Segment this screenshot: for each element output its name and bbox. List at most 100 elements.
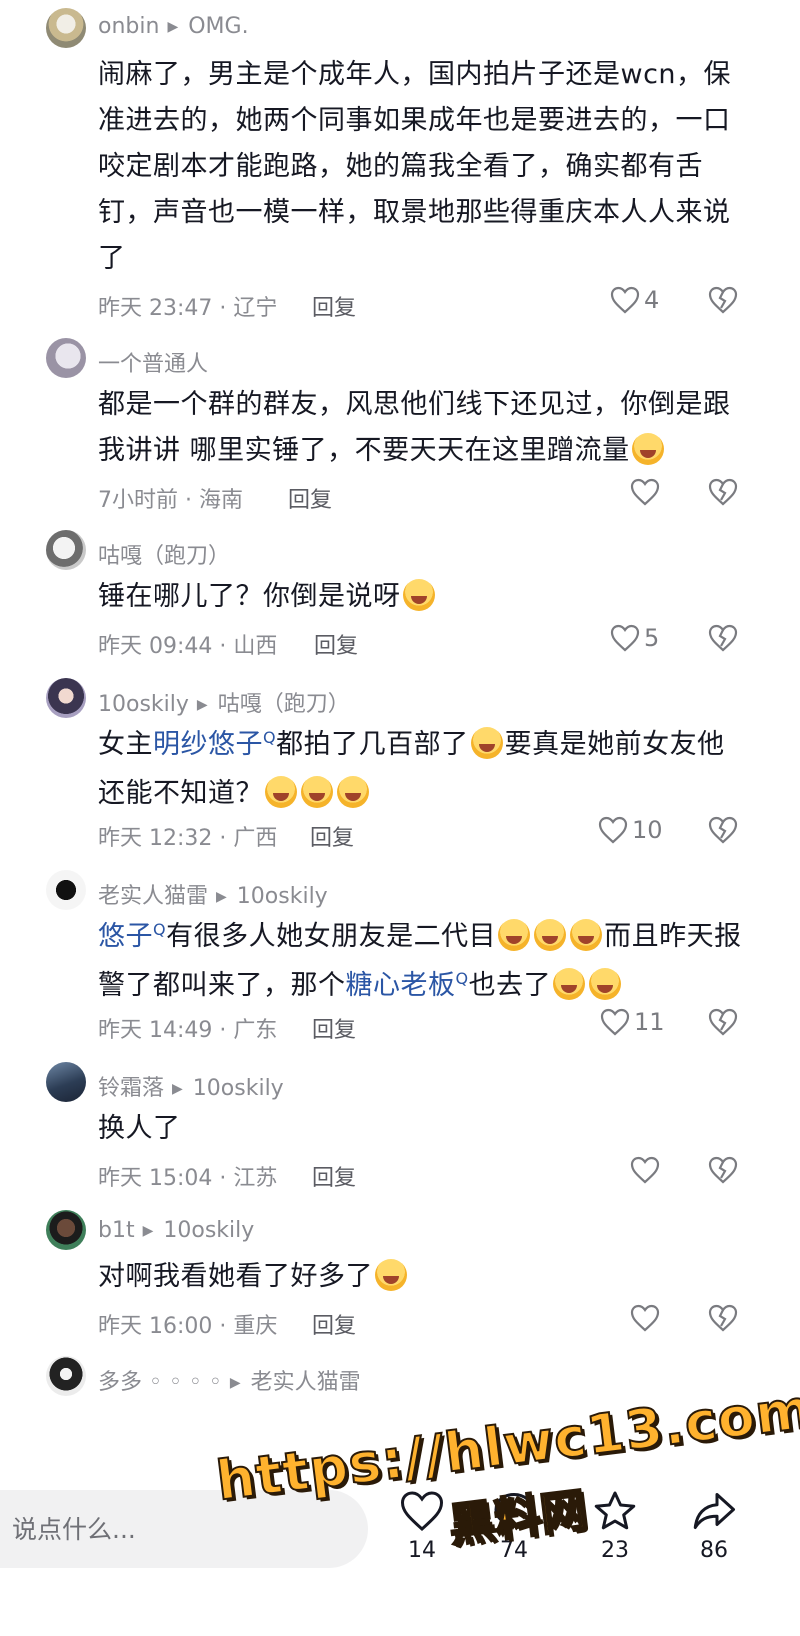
- reply-button[interactable]: 回复: [310, 820, 354, 852]
- reply-arrow-icon: ▶: [172, 1081, 183, 1097]
- reply-button[interactable]: 回复: [312, 1012, 356, 1044]
- comment-text: 对啊我看她看了好多了: [98, 1254, 748, 1300]
- dislike-button[interactable]: [708, 1156, 738, 1184]
- comment-timestamp: 昨天 15:04 · 江苏: [98, 1166, 278, 1191]
- like-button[interactable]: 4: [610, 286, 659, 314]
- share-video-button[interactable]: 86: [674, 1490, 754, 1563]
- avatar[interactable]: [46, 1356, 86, 1396]
- username[interactable]: 咕嘎（跑刀）: [98, 544, 230, 569]
- username[interactable]: 老实人猫雷: [98, 884, 208, 909]
- comment-footer: 昨天 12:32 · 广西 回复 10: [98, 816, 748, 852]
- username[interactable]: 铃霜落: [98, 1076, 164, 1101]
- comment-timestamp: 昨天 12:32 · 广西: [98, 826, 278, 851]
- comment-input-container[interactable]: [0, 1490, 368, 1568]
- avatar[interactable]: [46, 338, 86, 378]
- comment-text-segment: 也去了: [468, 970, 552, 1001]
- reply-arrow-icon: ▶: [142, 1223, 154, 1239]
- comment-timestamp: 昨天 09:44 · 山西: [98, 634, 278, 659]
- like-button[interactable]: [630, 478, 664, 506]
- comment-text: 闹麻了，男主是个成年人，国内拍片子还是wcn，保准进去的，她两个同事如果成年也是…: [98, 52, 748, 282]
- dislike-button[interactable]: [708, 478, 738, 506]
- crying-emoji: [534, 919, 567, 951]
- comment-input[interactable]: [12, 1490, 342, 1568]
- search-icon[interactable]: Q: [456, 969, 469, 988]
- comment-meta: 铃霜落 ▶ 10oskily: [98, 1070, 284, 1102]
- comment-text-segment: 换人了: [98, 1113, 181, 1144]
- reply-to-username[interactable]: OMG.: [188, 14, 248, 39]
- search-icon[interactable]: Q: [153, 920, 166, 939]
- reply-arrow-icon: ▶: [216, 889, 227, 905]
- avatar[interactable]: [46, 1210, 86, 1250]
- search-keyword-link[interactable]: 糖心老板: [346, 970, 456, 1001]
- video-share-count: 86: [700, 1538, 728, 1563]
- comment-meta: b1t ▶ 10oskily: [98, 1218, 254, 1243]
- broken-heart-icon: [708, 1304, 738, 1332]
- comment-text-segment: 锤在哪儿了？你倒是说呀: [98, 581, 401, 612]
- rofl-emoji: [301, 776, 333, 808]
- username[interactable]: 一个普通人: [98, 352, 208, 377]
- broken-heart-icon: [708, 1156, 738, 1184]
- reply-to-username[interactable]: 10oskily: [237, 884, 328, 909]
- comment-footer: 昨天 15:04 · 江苏 回复: [98, 1156, 748, 1192]
- comment-footer: 昨天 23:47 · 辽宁 回复 4: [98, 286, 748, 322]
- username[interactable]: onbin: [98, 14, 159, 39]
- reply-button[interactable]: 回复: [312, 1160, 356, 1192]
- dislike-button[interactable]: [708, 1008, 738, 1036]
- comment-footer: 7小时前 · 海南 回复: [98, 478, 748, 514]
- like-button[interactable]: 11: [600, 1008, 665, 1036]
- search-icon[interactable]: Q: [263, 728, 276, 747]
- reply-button[interactable]: 回复: [312, 1308, 356, 1340]
- heart-icon: [400, 1491, 444, 1532]
- like-button[interactable]: 5: [610, 624, 659, 652]
- crying-emoji: [553, 968, 586, 1000]
- like-button[interactable]: 10: [598, 816, 663, 844]
- comment-footer: 昨天 16:00 · 重庆 回复: [98, 1304, 748, 1340]
- comment-meta: 10oskily ▶ 咕嘎（跑刀）: [98, 686, 350, 718]
- reply-to-username[interactable]: 10oskily: [193, 1076, 284, 1101]
- crying-emoji: [375, 1259, 407, 1291]
- rofl-emoji: [265, 776, 297, 808]
- avatar[interactable]: [46, 678, 86, 718]
- comment-timestamp: 昨天 16:00 · 重庆: [98, 1314, 278, 1339]
- video-favorite-count: 23: [601, 1538, 629, 1563]
- video-like-count: 14: [408, 1538, 436, 1563]
- username[interactable]: 10oskily: [98, 692, 189, 717]
- like-button[interactable]: [630, 1156, 664, 1184]
- reply-arrow-icon: ▶: [196, 697, 208, 713]
- dislike-button[interactable]: [708, 1304, 738, 1332]
- avatar[interactable]: [46, 870, 86, 910]
- comment-timestamp: 昨天 23:47 · 辽宁: [98, 296, 278, 321]
- like-video-button[interactable]: 14: [382, 1490, 462, 1563]
- reply-button[interactable]: 回复: [288, 482, 332, 514]
- heart-icon: [630, 1156, 660, 1184]
- username[interactable]: 多多 ◦ ◦ ◦ ◦: [98, 1370, 222, 1395]
- like-count: 10: [632, 816, 663, 844]
- reply-button[interactable]: 回复: [314, 628, 358, 660]
- dislike-button[interactable]: [708, 286, 738, 314]
- comment-thread-screen: onbin ▶ OMG. 闹麻了，男主是个成年人，国内拍片子还是wcn，保准进去的，…: [0, 0, 800, 1636]
- reply-to-username[interactable]: 咕嘎（跑刀）: [218, 692, 350, 717]
- username[interactable]: b1t: [98, 1218, 135, 1243]
- avatar[interactable]: [46, 530, 86, 570]
- favorite-video-button[interactable]: 23: [575, 1490, 655, 1563]
- broken-heart-icon: [708, 478, 738, 506]
- share-arrow-icon: [693, 1493, 735, 1529]
- search-keyword-link[interactable]: 明纱悠子: [153, 729, 263, 760]
- like-count: 11: [634, 1008, 665, 1036]
- avatar[interactable]: [46, 8, 86, 48]
- kiss-emoji: [402, 579, 435, 611]
- dislike-button[interactable]: [708, 816, 738, 844]
- avatar[interactable]: [46, 1062, 86, 1102]
- reply-button[interactable]: 回复: [312, 290, 356, 322]
- video-comment-count: 74: [500, 1538, 528, 1563]
- like-button[interactable]: [630, 1304, 664, 1332]
- reply-to-username[interactable]: 10oskily: [163, 1218, 254, 1243]
- search-keyword-link[interactable]: 悠子: [98, 921, 153, 952]
- dislike-button[interactable]: [708, 624, 738, 652]
- heart-icon: [630, 478, 660, 506]
- reply-to-username[interactable]: 老实人猫雷: [251, 1370, 361, 1395]
- comment-video-button[interactable]: 74: [474, 1490, 554, 1563]
- heart-icon: [610, 286, 640, 314]
- comment-meta: 多多 ◦ ◦ ◦ ◦ ▶ 老实人猫雷: [98, 1364, 361, 1396]
- broken-heart-icon: [708, 624, 738, 652]
